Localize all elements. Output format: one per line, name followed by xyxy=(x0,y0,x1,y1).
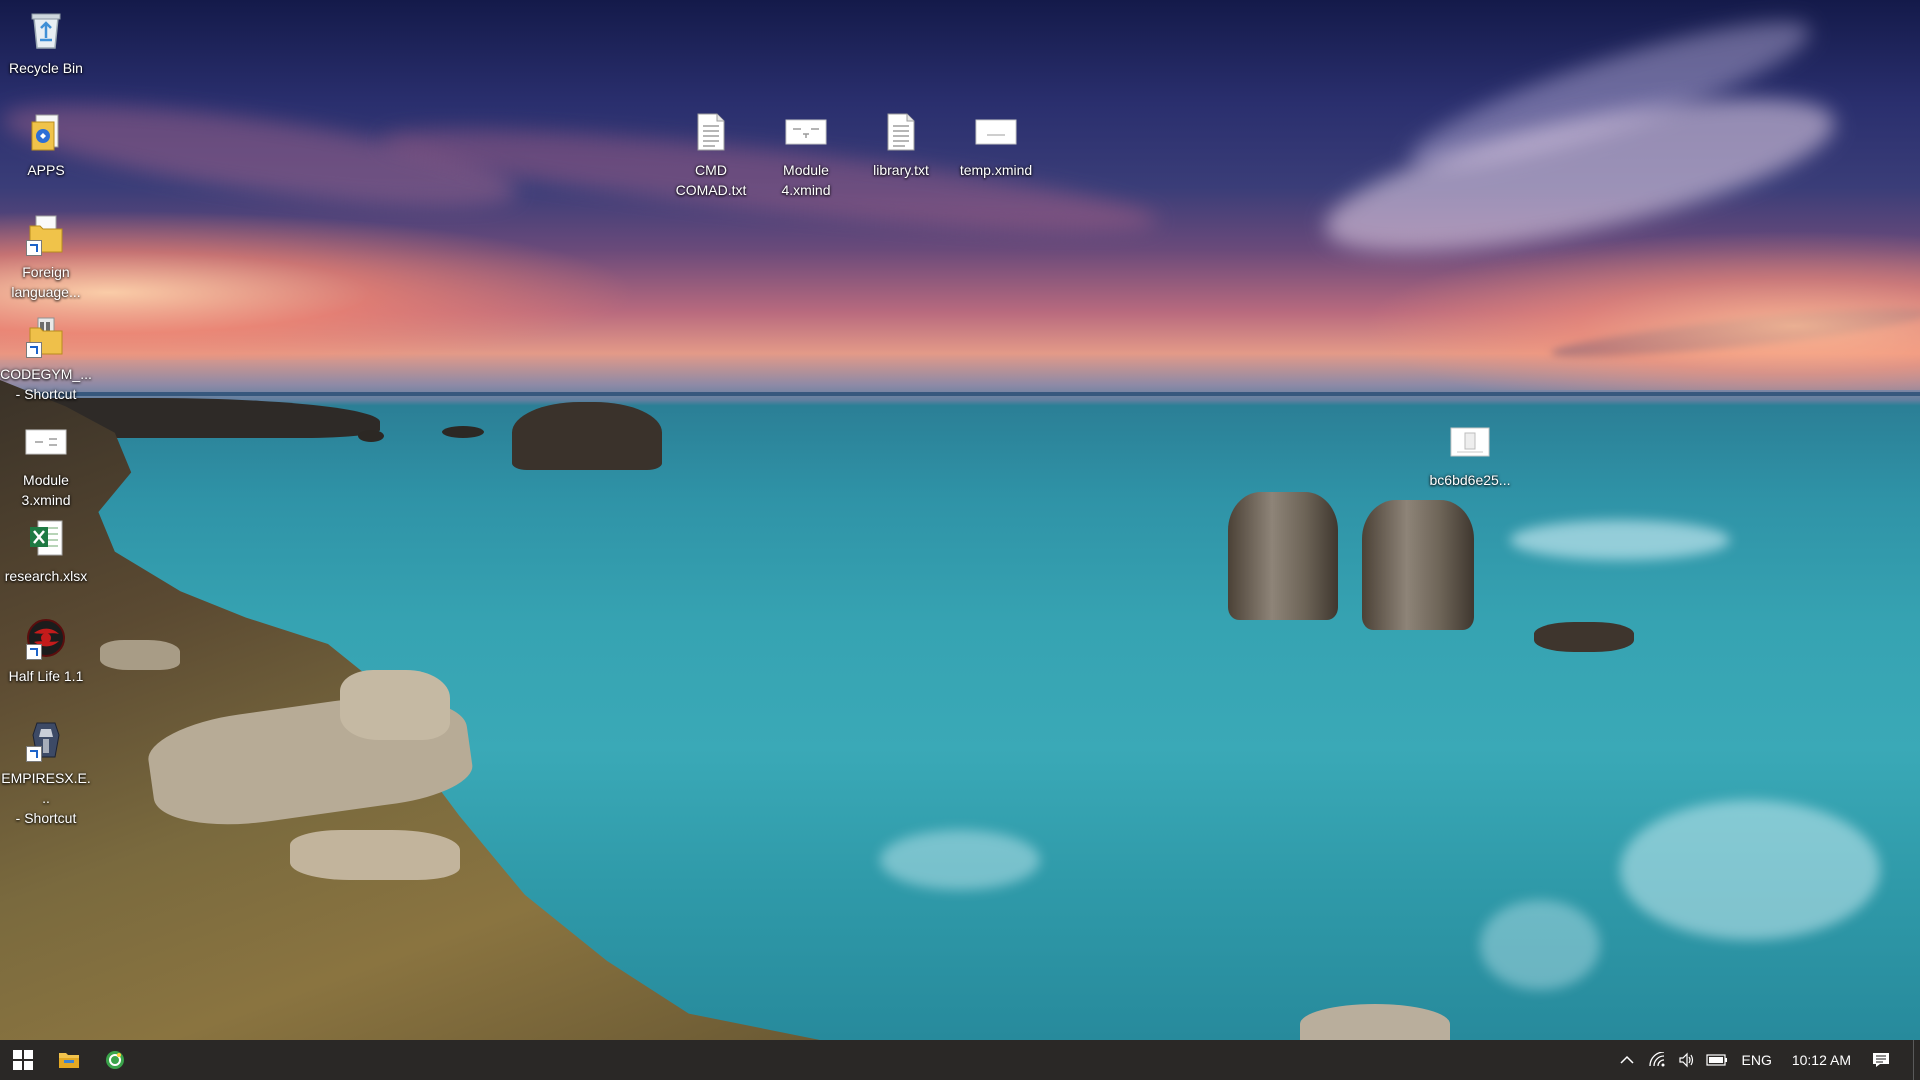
desktop-icon-bc6bd-image[interactable]: bc6bd6e25... xyxy=(1424,418,1516,490)
wallpaper-water-shine xyxy=(1510,520,1730,560)
shortcut-arrow-icon xyxy=(26,240,42,256)
desktop[interactable]: Recycle Bin APPS Foreign language... COD… xyxy=(0,0,1920,1040)
wallpaper-cliff-rock xyxy=(100,640,180,670)
start-button[interactable] xyxy=(0,1040,46,1080)
shortcut-arrow-icon xyxy=(26,342,42,358)
action-center-button[interactable] xyxy=(1861,1040,1901,1080)
speaker-icon xyxy=(1678,1052,1693,1068)
windows-logo-icon xyxy=(13,1050,33,1070)
wallpaper-islet xyxy=(358,430,384,442)
xmind-file-icon xyxy=(22,418,70,466)
wallpaper-water-shine xyxy=(1620,800,1880,940)
desktop-icon-label: research.xlsx xyxy=(4,568,88,584)
wallpaper-islet xyxy=(442,426,484,438)
desktop-icon-label: APPS xyxy=(27,162,65,178)
desktop-icon-label: bc6bd6e25... xyxy=(1429,472,1511,488)
empires-shortcut-icon xyxy=(22,716,70,764)
desktop-icon-library-txt[interactable]: library.txt xyxy=(855,108,947,180)
desktop-icon-label: Module 4.xmind xyxy=(781,162,831,198)
action-center-icon xyxy=(1873,1053,1889,1067)
wallpaper-cliff-rock xyxy=(290,830,460,880)
wallpaper-water-shine xyxy=(1480,900,1600,990)
desktop-icon-label: Foreign language... xyxy=(11,264,81,300)
desktop-icon-label: Half Life 1.1 xyxy=(8,668,84,684)
wallpaper-sunset-glow xyxy=(0,210,640,360)
desktop-icon-cmd-comad-txt[interactable]: CMD COMAD.txt xyxy=(665,108,757,200)
text-file-icon xyxy=(687,108,735,156)
xmind-file-icon xyxy=(782,108,830,156)
wifi-icon xyxy=(1648,1052,1664,1067)
show-desktop-button[interactable] xyxy=(1913,1040,1920,1080)
apps-folder-icon xyxy=(22,108,70,156)
chevron-up-icon xyxy=(1619,1055,1634,1064)
desktop-icon-module4-xmind[interactable]: Module 4.xmind xyxy=(760,108,852,200)
wallpaper-water-shine xyxy=(880,830,1040,890)
wallpaper-sea-stack xyxy=(1362,500,1474,630)
desktop-icon-research-xlsx[interactable]: research.xlsx xyxy=(0,514,92,586)
image-file-icon xyxy=(1446,418,1494,466)
folder-shortcut-icon xyxy=(22,210,70,258)
battery-button[interactable] xyxy=(1702,1040,1732,1080)
desktop-icon-label: library.txt xyxy=(873,162,929,178)
desktop-icon-module3-xmind[interactable]: Module 3.xmind xyxy=(0,418,92,510)
desktop-icon-label: temp.xmind xyxy=(959,162,1033,178)
wallpaper-sea-rock xyxy=(1534,622,1634,652)
desktop-icon-codegym[interactable]: CODEGYM_... - Shortcut xyxy=(0,312,92,404)
wallpaper-horizon xyxy=(0,392,1920,396)
battery-icon xyxy=(1705,1054,1727,1066)
recycle-bin-icon xyxy=(22,6,70,54)
desktop-icon-label: Recycle Bin xyxy=(9,60,83,76)
desktop-icon-label: Module 3.xmind xyxy=(21,472,71,508)
file-explorer-button[interactable] xyxy=(46,1040,92,1080)
show-hidden-icons-button[interactable] xyxy=(1612,1040,1642,1080)
desktop-icon-label: EMPIRESX.E... - Shortcut xyxy=(1,770,91,826)
clock[interactable]: 10:12 AM xyxy=(1782,1052,1861,1068)
taskbar: ENG 10:12 AM xyxy=(0,1040,1920,1080)
desktop-icon-empires[interactable]: EMPIRESX.E... - Shortcut xyxy=(0,716,92,828)
app-button[interactable] xyxy=(92,1040,138,1080)
green-app-icon xyxy=(106,1051,124,1069)
wallpaper-sunset-glow xyxy=(1360,230,1920,390)
half-life-shortcut-icon xyxy=(22,614,70,662)
wallpaper-sea-rock xyxy=(1300,1004,1450,1040)
wallpaper-sea-stack xyxy=(1228,492,1338,620)
text-file-icon xyxy=(877,108,925,156)
volume-button[interactable] xyxy=(1672,1040,1702,1080)
desktop-icon-apps[interactable]: APPS xyxy=(0,108,92,180)
folder-shortcut-icon xyxy=(22,312,70,360)
desktop-icon-foreign-language[interactable]: Foreign language... xyxy=(0,210,92,302)
desktop-icon-recycle-bin[interactable]: Recycle Bin xyxy=(0,6,92,78)
system-tray: ENG 10:12 AM xyxy=(1612,1040,1920,1080)
desktop-icon-label: CODEGYM_... - Shortcut xyxy=(0,366,92,402)
wallpaper-cliff-rock xyxy=(340,670,450,740)
shortcut-arrow-icon xyxy=(26,746,42,762)
desktop-icon-temp-xmind[interactable]: temp.xmind xyxy=(950,108,1042,180)
file-explorer-icon xyxy=(59,1053,79,1068)
network-button[interactable] xyxy=(1642,1040,1672,1080)
desktop-icon-label: CMD COMAD.txt xyxy=(675,162,747,198)
input-language-indicator[interactable]: ENG xyxy=(1732,1052,1782,1068)
wallpaper-sea-rock xyxy=(512,402,662,470)
xmind-file-icon xyxy=(972,108,1020,156)
shortcut-arrow-icon xyxy=(26,644,42,660)
excel-file-icon xyxy=(22,514,70,562)
desktop-icon-half-life[interactable]: Half Life 1.1 xyxy=(0,614,92,686)
